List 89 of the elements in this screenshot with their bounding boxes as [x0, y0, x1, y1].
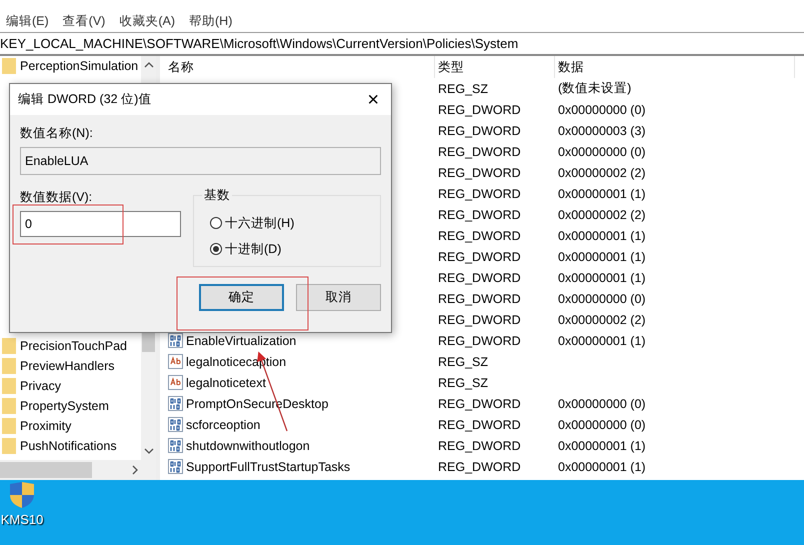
value-name[interactable]: scforceoption	[186, 418, 260, 432]
name-field[interactable]: EnableLUA	[20, 147, 381, 175]
value-name[interactable]: shutdownwithoutlogon	[186, 438, 310, 452]
value-type: REG_DWORD	[438, 124, 521, 138]
binary-value-icon	[168, 417, 183, 432]
value-data: 0x00000001 (1)	[558, 270, 646, 284]
address-path[interactable]: KEY_LOCAL_MACHINE\SOFTWARE\Microsoft\Windows\CurrentVersion\Policies\System	[0, 36, 518, 51]
group-label: 基数	[202, 187, 232, 204]
field-label: 数值名称(N):	[20, 125, 94, 142]
close-button[interactable]: ×	[363, 90, 383, 110]
column-header[interactable]: 名称	[165, 56, 435, 78]
field-label: 数值数据(V):	[20, 189, 94, 206]
menu-item[interactable]: 帮助(H)	[189, 12, 232, 30]
value-type: REG_DWORD	[438, 102, 521, 116]
scroll-up-icon	[144, 62, 154, 68]
value-type: REG_DWORD	[438, 418, 521, 432]
tree-item[interactable]: Proximity	[20, 419, 72, 433]
value-name[interactable]: legalnoticetext	[186, 376, 266, 390]
value-data: 0x00000002 (2)	[558, 166, 646, 180]
scroll-down-icon	[144, 448, 154, 454]
value-data: 0x00000003 (3)	[558, 124, 646, 138]
tree-item[interactable]: PreviewHandlers	[20, 359, 114, 373]
value-data: 0x00000000 (0)	[558, 418, 646, 432]
column-header[interactable]: 数据	[555, 56, 795, 78]
radio-label[interactable]: 十进制(D)	[225, 240, 282, 258]
value-type: REG_DWORD	[438, 144, 521, 158]
value-type: REG_SZ	[438, 354, 488, 368]
value-data: 0x00000000 (0)	[558, 144, 646, 158]
tree-item[interactable]: Privacy	[20, 379, 61, 393]
value-type: REG_DWORD	[438, 438, 521, 452]
value-type: REG_DWORD	[438, 292, 521, 306]
folder-icon	[2, 338, 16, 354]
scroll-thumb[interactable]	[0, 462, 92, 478]
menu-item[interactable]: 编辑(E)	[6, 12, 49, 30]
menu-item[interactable]: 收藏夹(A)	[119, 12, 176, 30]
ok-button[interactable]: 确定	[199, 284, 284, 311]
value-name[interactable]: EnableVirtualization	[186, 334, 296, 348]
value-type: REG_DWORD	[438, 460, 521, 474]
value-field[interactable]: 0	[20, 211, 181, 237]
radio-label[interactable]: 十六进制(H)	[225, 214, 294, 232]
string-value-icon	[168, 354, 183, 369]
tree-item[interactable]: PerceptionSimulation	[20, 59, 138, 73]
cancel-button[interactable]: 取消	[296, 284, 381, 311]
binary-value-icon	[168, 396, 183, 411]
dialog-title: 编辑 DWORD (32 位)值	[18, 91, 152, 108]
scroll-right-icon	[132, 465, 138, 475]
folder-icon	[2, 358, 16, 374]
value-data: 0x00000001 (1)	[558, 228, 646, 242]
value-data: 0x00000000 (0)	[558, 292, 646, 306]
value-type: REG_SZ	[438, 82, 488, 96]
folder-icon	[2, 58, 16, 74]
value-data: 0x00000000 (0)	[558, 102, 646, 116]
shield-icon	[8, 482, 36, 508]
scrollbar[interactable]	[0, 460, 156, 480]
binary-value-icon	[168, 438, 183, 453]
value-type: REG_DWORD	[438, 396, 521, 410]
value-type: REG_DWORD	[438, 270, 521, 284]
folder-icon	[2, 438, 16, 454]
radio-button[interactable]	[210, 243, 222, 255]
value-type: REG_DWORD	[438, 334, 521, 348]
value-type: REG_SZ	[438, 376, 488, 390]
value-data: 0x00000002 (2)	[558, 208, 646, 222]
value-data: 0x00000001 (1)	[558, 186, 646, 200]
value-data: 0x00000001 (1)	[558, 460, 646, 474]
value-type: REG_DWORD	[438, 250, 521, 264]
binary-value-icon	[168, 333, 183, 348]
string-value-icon	[168, 375, 183, 390]
value-type: REG_DWORD	[438, 312, 521, 326]
value-type: REG_DWORD	[438, 228, 521, 242]
folder-icon	[2, 378, 16, 394]
value-data: (数值未设置)	[558, 80, 632, 97]
column-header[interactable]: 类型	[435, 56, 555, 78]
value-type: REG_DWORD	[438, 186, 521, 200]
value-type: REG_DWORD	[438, 208, 521, 222]
value-type: REG_DWORD	[438, 166, 521, 180]
value-data: 0x00000001 (1)	[558, 250, 646, 264]
folder-icon	[2, 418, 16, 434]
value-data: 0x00000002 (2)	[558, 312, 646, 326]
value-data: 0x00000001 (1)	[558, 334, 646, 348]
menu-item[interactable]: 查看(V)	[62, 12, 106, 30]
value-name[interactable]: SupportFullTrustStartupTasks	[186, 460, 350, 474]
value-data: 0x00000001 (1)	[558, 438, 646, 452]
folder-icon	[2, 398, 16, 414]
binary-value-icon	[168, 459, 183, 474]
radio-button[interactable]	[210, 217, 222, 229]
value-data: 0x00000000 (0)	[558, 396, 646, 410]
tree-item[interactable]: PropertySystem	[20, 399, 109, 413]
tree-item[interactable]: PrecisionTouchPad	[20, 339, 128, 353]
tree-item[interactable]: PushNotifications	[20, 439, 117, 453]
